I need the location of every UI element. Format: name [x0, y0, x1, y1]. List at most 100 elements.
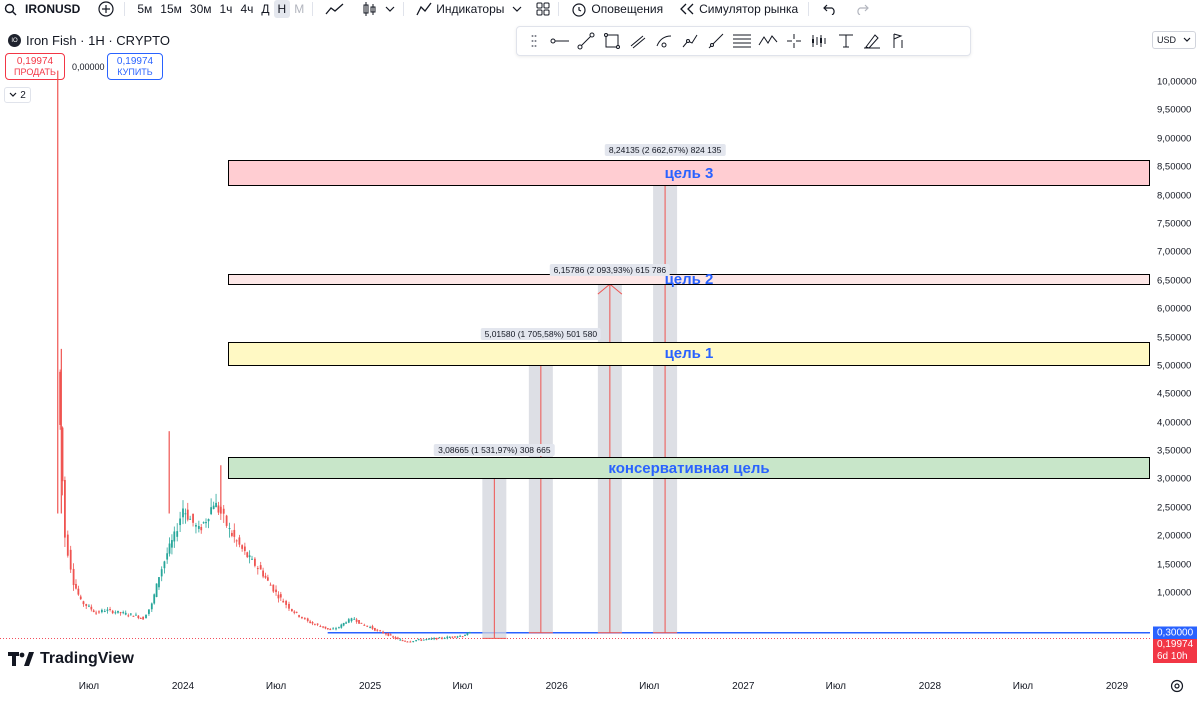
line-price-label: 0,30000 [1153, 626, 1197, 640]
candle-body [215, 502, 217, 508]
candle-body [269, 584, 272, 586]
candle-body [396, 637, 399, 639]
zone-label: консервативная цель [608, 459, 770, 477]
candle-body [338, 627, 340, 629]
candle-body [303, 618, 306, 620]
candle-body [461, 636, 464, 638]
candle-body [200, 527, 203, 531]
candle-body [88, 605, 90, 607]
candle-body [347, 619, 350, 623]
price-tick-label: 9,00000 [1157, 133, 1192, 145]
candle-body [79, 596, 82, 600]
candle-body [233, 529, 236, 537]
candle-body [238, 537, 241, 545]
price-tick-label: 1,50000 [1157, 559, 1192, 571]
price-tick-label: 5,00000 [1157, 360, 1192, 372]
candle-body [179, 518, 182, 526]
price-tick-label: 1,00000 [1157, 587, 1192, 599]
candle-body [313, 624, 316, 626]
price-tick-label: 4,50000 [1157, 388, 1192, 400]
candle-body [392, 636, 395, 638]
candle-body [92, 610, 95, 612]
candle-body [376, 629, 379, 631]
candle-body [202, 522, 205, 524]
tradingview-logo-icon [8, 652, 34, 666]
candle-body [295, 611, 298, 613]
candle-body [454, 636, 456, 638]
candle-body [358, 620, 360, 624]
candle-body [254, 558, 256, 566]
candle-body [373, 627, 376, 631]
price-tick-label: 7,50000 [1157, 218, 1192, 230]
candle-body [435, 637, 438, 640]
price-tick-label: 2,50000 [1157, 502, 1192, 514]
candle-body [132, 615, 135, 617]
candle-body [275, 589, 277, 593]
candle-body [207, 519, 210, 522]
candle-body [322, 626, 324, 628]
candle-body [282, 600, 285, 603]
target-zone[interactable]: цель 2 [228, 271, 1150, 288]
candle-body [301, 616, 303, 619]
candle-body [459, 635, 461, 637]
candle-body [451, 636, 454, 638]
time-tick-label: 2028 [918, 681, 942, 692]
target-zone[interactable]: цель 3 [228, 160, 1150, 186]
target-zone[interactable]: консервативная цель [228, 456, 1150, 480]
candle-body [277, 594, 280, 599]
candle-body [231, 532, 233, 536]
measurement-label: 3,08665 (1 531,97%) 308 665 [434, 443, 555, 456]
candle-body [182, 508, 184, 518]
candle-body [160, 569, 163, 577]
candle-body [382, 631, 384, 634]
candle-body [163, 561, 166, 569]
candle-body [117, 610, 119, 613]
candle-body [309, 621, 312, 623]
time-tick-label: 2024 [171, 681, 195, 692]
candle-body [205, 522, 207, 524]
time-tick-label: 2027 [732, 681, 755, 692]
time-tick-label: 2026 [545, 681, 568, 692]
candle-body [235, 540, 238, 542]
chevron-down-icon [1183, 37, 1191, 42]
candle-body [394, 637, 397, 639]
time-tick-label: Июл [639, 681, 660, 692]
candle-body [127, 615, 130, 617]
candle-body [379, 630, 382, 632]
candle-body [119, 612, 122, 614]
candle-body [326, 628, 329, 630]
candle-body [225, 515, 228, 526]
candle-body [319, 626, 322, 628]
candle-body [212, 505, 215, 510]
settings-icon[interactable] [1170, 679, 1184, 698]
candle-body [64, 479, 66, 538]
candle-body [75, 583, 77, 589]
price-tick-label: 7,00000 [1157, 246, 1192, 258]
candle-body [100, 609, 103, 613]
candle-body [166, 553, 169, 560]
candle-body [262, 570, 264, 577]
candle-body [184, 513, 187, 515]
candle-body [366, 625, 369, 627]
candle-body [192, 513, 194, 523]
candle-body [324, 626, 327, 629]
price-tick-label: 6,50000 [1157, 275, 1192, 287]
candle-body [251, 558, 253, 560]
candle-body [311, 622, 314, 624]
price-chart[interactable] [0, 0, 1150, 680]
zone-label: цель 3 [664, 164, 714, 182]
current-price: 0,19974 [1157, 638, 1194, 650]
candle-body [197, 526, 200, 529]
candle-body [106, 609, 109, 611]
candle-body [345, 622, 347, 624]
price-tick-label: 10,00000 [1157, 76, 1197, 88]
candle-body [340, 624, 343, 628]
candle-body [335, 628, 337, 630]
candle-body [139, 617, 142, 619]
candle-body [186, 509, 189, 520]
currency-selector[interactable]: USD [1152, 31, 1196, 49]
price-tick-label: 8,50000 [1157, 161, 1192, 173]
price-tick-label: 5,50000 [1157, 332, 1192, 343]
candle-body [355, 619, 358, 622]
target-zone[interactable]: цель 1 [228, 342, 1150, 366]
